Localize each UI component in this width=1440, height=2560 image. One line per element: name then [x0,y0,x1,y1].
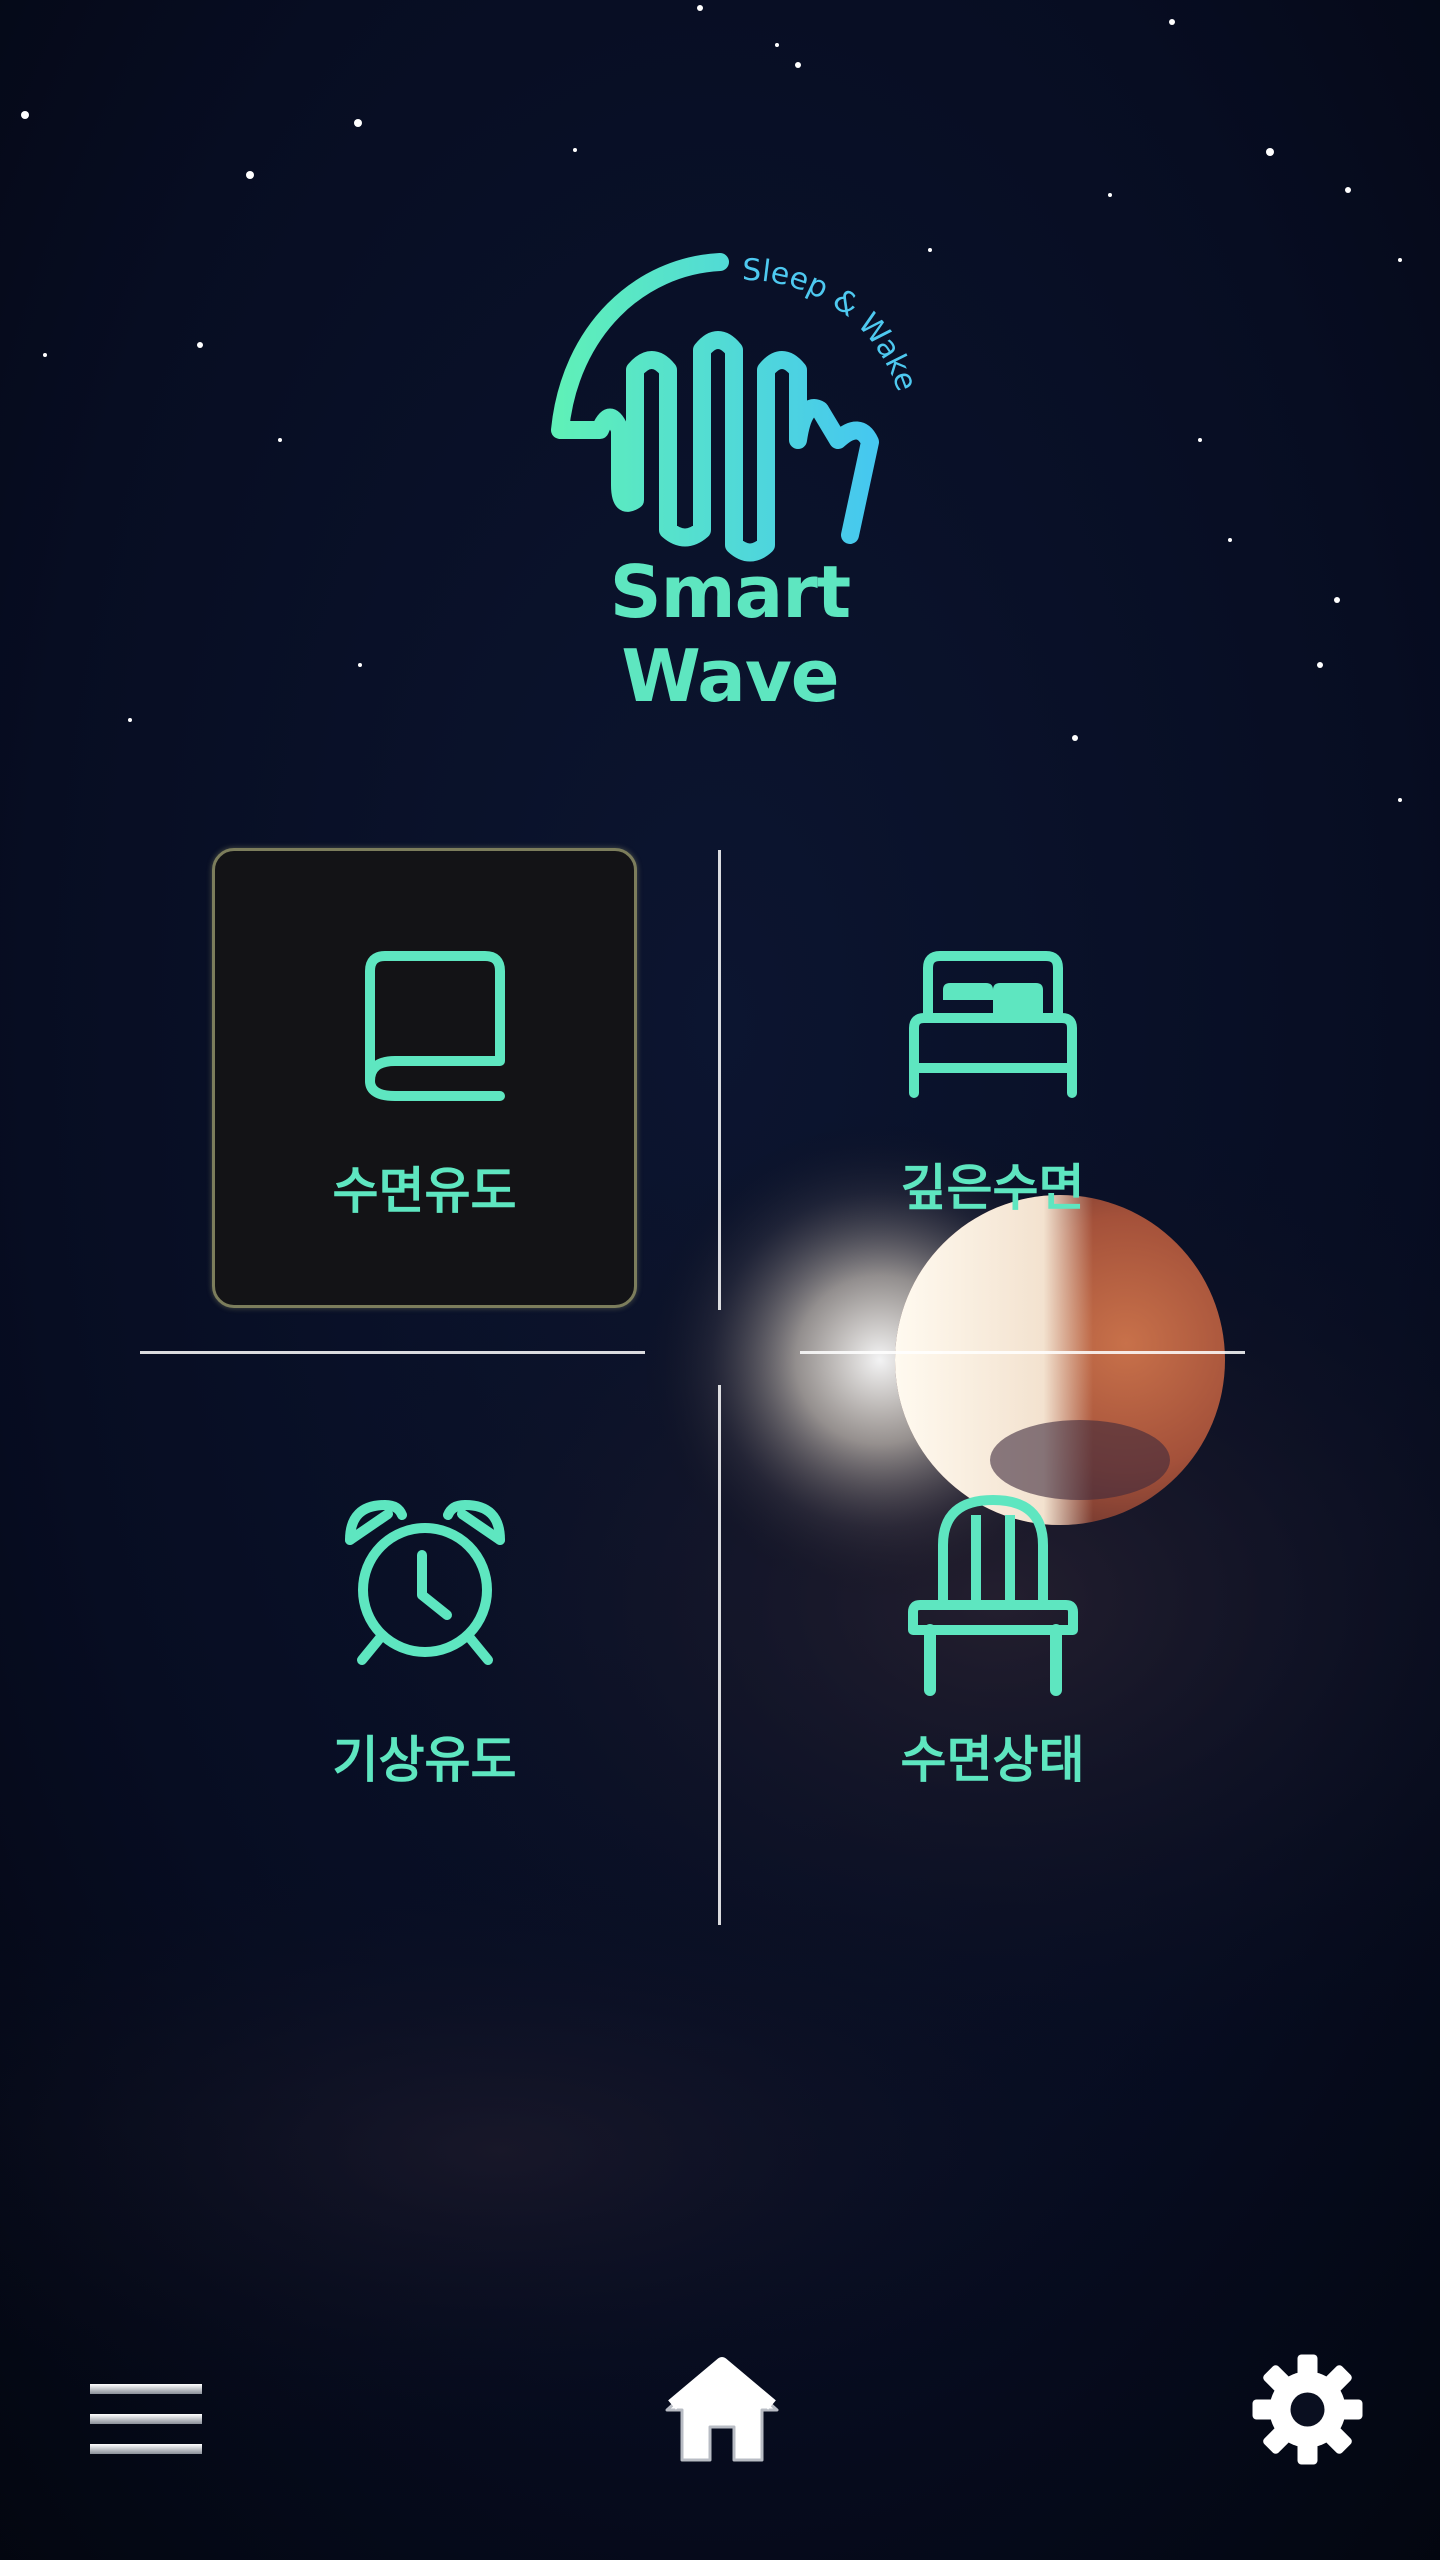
home-button[interactable] [662,2355,782,2465]
grid-divider-vertical-top [718,850,721,1310]
tile-sleep-state[interactable]: 수면상태 [780,1410,1205,1870]
bed-icon [908,951,1077,1098]
logo-title: Smart Wave [609,550,851,718]
grid-divider-horizontal-left [140,1351,645,1354]
blanket-icon [364,951,505,1101]
chair-icon [907,1495,1078,1696]
settings-button[interactable] [1250,2352,1365,2467]
tile-label: 수면유도 [332,1162,517,1220]
home-icon [665,2357,779,2462]
tile-deep-sleep[interactable]: 깊은수면 [780,848,1205,1308]
tile-sleep-induction[interactable]: 수면유도 [212,848,637,1308]
alarm-clock-icon [344,1499,505,1665]
hamburger-menu-icon [90,2384,202,2454]
tile-wake-induction[interactable]: 기상유도 [212,1410,637,1870]
grid-divider-horizontal-right [800,1351,1245,1354]
menu-button[interactable] [90,2380,202,2460]
grid-divider-vertical-bottom [718,1385,721,1925]
tile-label: 깊은수면 [900,1159,1085,1217]
tile-label: 기상유도 [332,1731,517,1789]
gear-icon [1252,2354,1363,2465]
tile-label: 수면상태 [900,1731,1085,1789]
